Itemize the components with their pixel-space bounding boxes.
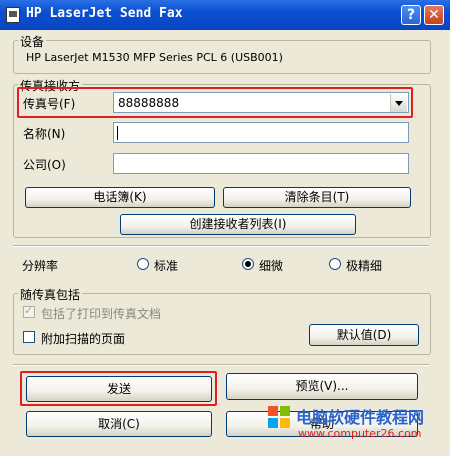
device-legend: 设备 [18,33,47,50]
include-printed-doc-checkbox[interactable] [23,304,35,318]
defaults-button-label: 默认值(D) [336,328,392,342]
preview-button-label: 预览(V)... [295,379,349,393]
include-legend: 随传真包括 [18,286,83,303]
text-caret [117,126,118,140]
resolution-fine-radio[interactable] [242,258,254,270]
help-title-button[interactable]: ? [401,5,421,25]
fax-row-highlight [17,87,413,118]
resolution-superfine-radio[interactable] [329,258,341,270]
clear-entries-button[interactable]: 清除条目(T) [223,187,411,208]
watermark-url: www.computer26.com [298,427,422,440]
window-title: HP LaserJet Send Fax [26,6,183,21]
resolution-superfine-label[interactable]: 极精细 [346,257,382,274]
preview-button[interactable]: 预览(V)... [226,373,418,400]
site-watermark: 电脑软硬件教程网 www.computer26.com [266,398,450,456]
cancel-button[interactable]: 取消(C) [26,411,212,437]
close-icon[interactable]: ✕ [424,5,444,25]
watermark-title: 电脑软硬件教程网 [296,408,425,427]
send-button-highlight [20,371,217,406]
resolution-label: 分辨率 [22,259,59,273]
title-bar[interactable]: HP LaserJet Send Fax ? ✕ [0,0,450,30]
create-recipient-list-button[interactable]: 创建接收者列表(I) [120,214,356,235]
resolution-fine-label[interactable]: 细微 [259,257,283,274]
defaults-button[interactable]: 默认值(D) [309,324,419,346]
device-name: HP LaserJet M1530 MFP Series PCL 6 (USB0… [26,51,283,64]
resolution-separator [13,245,429,247]
attach-scanned-pages-label[interactable]: 附加扫描的页面 [41,330,125,347]
include-printed-doc-label: 包括了打印到传真文档 [41,307,162,321]
fax-app-icon [6,7,20,23]
clear-entries-button-label: 清除条目(T) [284,190,350,204]
company-label: 公司(O) [23,158,66,172]
actions-separator [13,364,429,366]
attach-scanned-pages-checkbox[interactable] [23,331,35,343]
resolution-standard-radio[interactable] [137,258,149,270]
resolution-standard-label[interactable]: 标准 [154,257,178,274]
phonebook-button-label: 电话簿(K) [93,190,147,204]
name-label: 名称(N) [23,127,66,141]
cancel-button-label: 取消(C) [98,417,140,431]
company-input[interactable] [113,153,409,174]
phonebook-button[interactable]: 电话簿(K) [25,187,215,208]
create-recipient-list-label: 创建接收者列表(I) [189,217,287,231]
name-input[interactable] [113,122,409,143]
windows-logo-icon [268,406,290,428]
send-fax-dialog: HP LaserJet Send Fax ? ✕ 设备 HP LaserJet … [0,0,450,456]
